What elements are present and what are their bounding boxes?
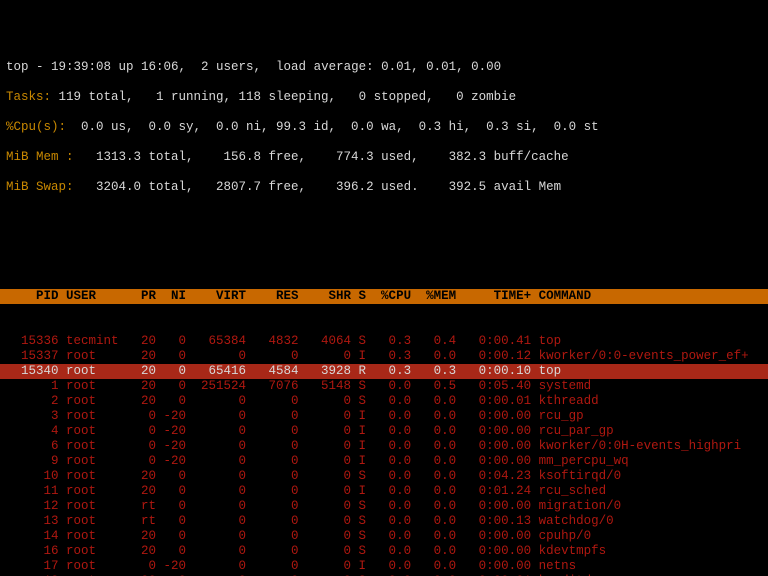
process-row[interactable]: 16 root 20 0 0 0 0 S 0.0 0.0 0:00.00 kde…: [0, 544, 768, 559]
process-row[interactable]: 9 root 0 -20 0 0 0 I 0.0 0.0 0:00.00 mm_…: [0, 454, 768, 469]
process-row[interactable]: 14 root 20 0 0 0 0 S 0.0 0.0 0:00.00 cpu…: [0, 529, 768, 544]
process-table[interactable]: PID USER PR NI VIRT RES SHR S %CPU %MEM …: [0, 259, 768, 576]
cpu-line: %Cpu(s): 0.0 us, 0.0 sy, 0.0 ni, 99.3 id…: [0, 120, 768, 135]
process-row[interactable]: 2 root 20 0 0 0 0 S 0.0 0.0 0:00.01 kthr…: [0, 394, 768, 409]
process-row[interactable]: 17 root 0 -20 0 0 0 I 0.0 0.0 0:00.00 ne…: [0, 559, 768, 574]
process-row[interactable]: 11 root 20 0 0 0 0 I 0.0 0.0 0:01.24 rcu…: [0, 484, 768, 499]
tasks-line: Tasks: 119 total, 1 running, 118 sleepin…: [0, 90, 768, 105]
process-row[interactable]: 10 root 20 0 0 0 0 S 0.0 0.0 0:04.23 kso…: [0, 469, 768, 484]
process-row[interactable]: 6 root 0 -20 0 0 0 I 0.0 0.0 0:00.00 kwo…: [0, 439, 768, 454]
process-row[interactable]: 3 root 0 -20 0 0 0 I 0.0 0.0 0:00.00 rcu…: [0, 409, 768, 424]
column-headers: PID USER PR NI VIRT RES SHR S %CPU %MEM …: [0, 289, 768, 304]
mem-line: MiB Mem : 1313.3 total, 156.8 free, 774.…: [0, 150, 768, 165]
process-row[interactable]: 12 root rt 0 0 0 0 S 0.0 0.0 0:00.00 mig…: [0, 499, 768, 514]
process-row[interactable]: 1 root 20 0 251524 7076 5148 S 0.0 0.5 0…: [0, 379, 768, 394]
process-row[interactable]: 15336 tecmint 20 0 65384 4832 4064 S 0.3…: [0, 334, 768, 349]
swap-line: MiB Swap: 3204.0 total, 2807.7 free, 396…: [0, 180, 768, 195]
top-summary-line: top - 19:39:08 up 16:06, 2 users, load a…: [0, 60, 768, 75]
process-row[interactable]: 15337 root 20 0 0 0 0 I 0.3 0.0 0:00.12 …: [0, 349, 768, 364]
process-row[interactable]: 15340 root 20 0 65416 4584 3928 R 0.3 0.…: [0, 364, 768, 379]
process-row[interactable]: 4 root 0 -20 0 0 0 I 0.0 0.0 0:00.00 rcu…: [0, 424, 768, 439]
process-row[interactable]: 13 root rt 0 0 0 0 S 0.0 0.0 0:00.13 wat…: [0, 514, 768, 529]
